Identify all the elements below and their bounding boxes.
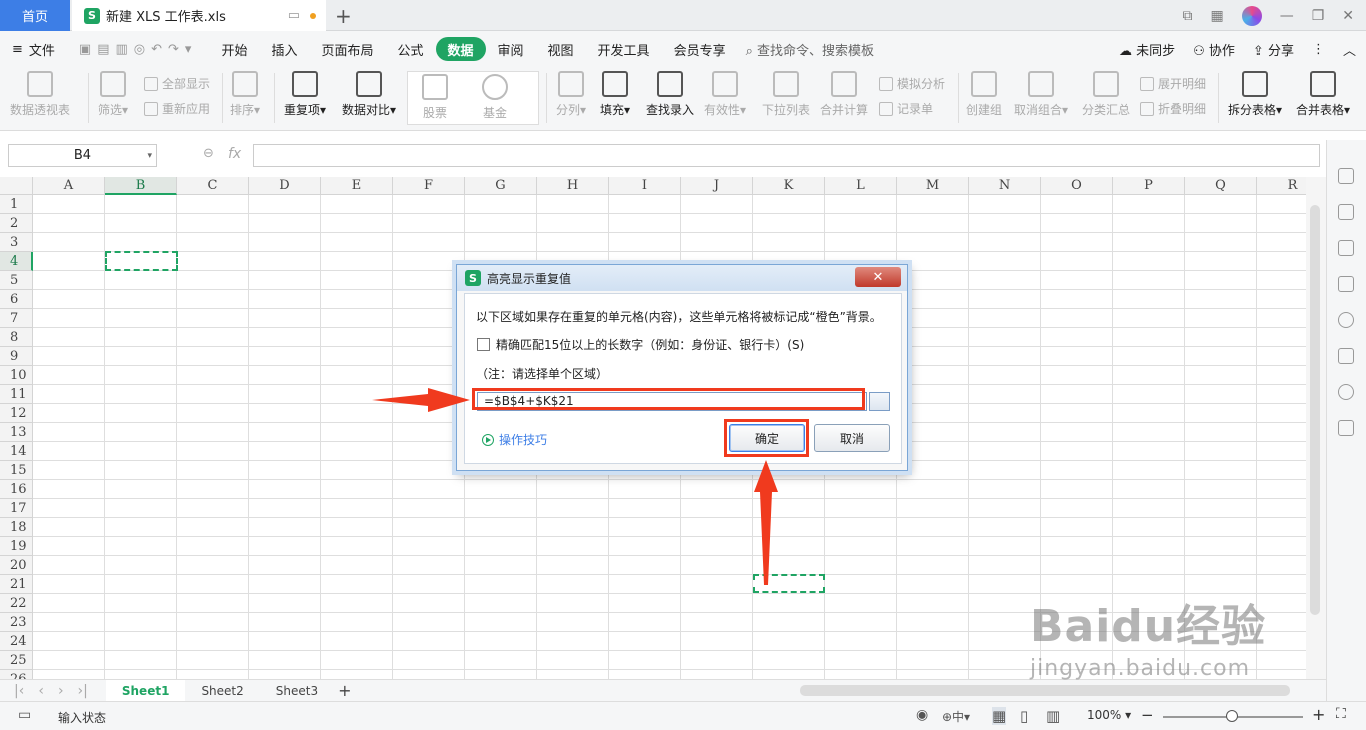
- baidu-watermark: Baidu经验 jingyan.baidu.com: [1030, 590, 1266, 681]
- watermark-line1: Baidu经验: [1030, 601, 1267, 652]
- watermark-line2: jingyan.baidu.com: [1030, 656, 1251, 681]
- arrow-up-to-ok: [754, 460, 778, 585]
- arrow-right-to-range: [372, 388, 470, 412]
